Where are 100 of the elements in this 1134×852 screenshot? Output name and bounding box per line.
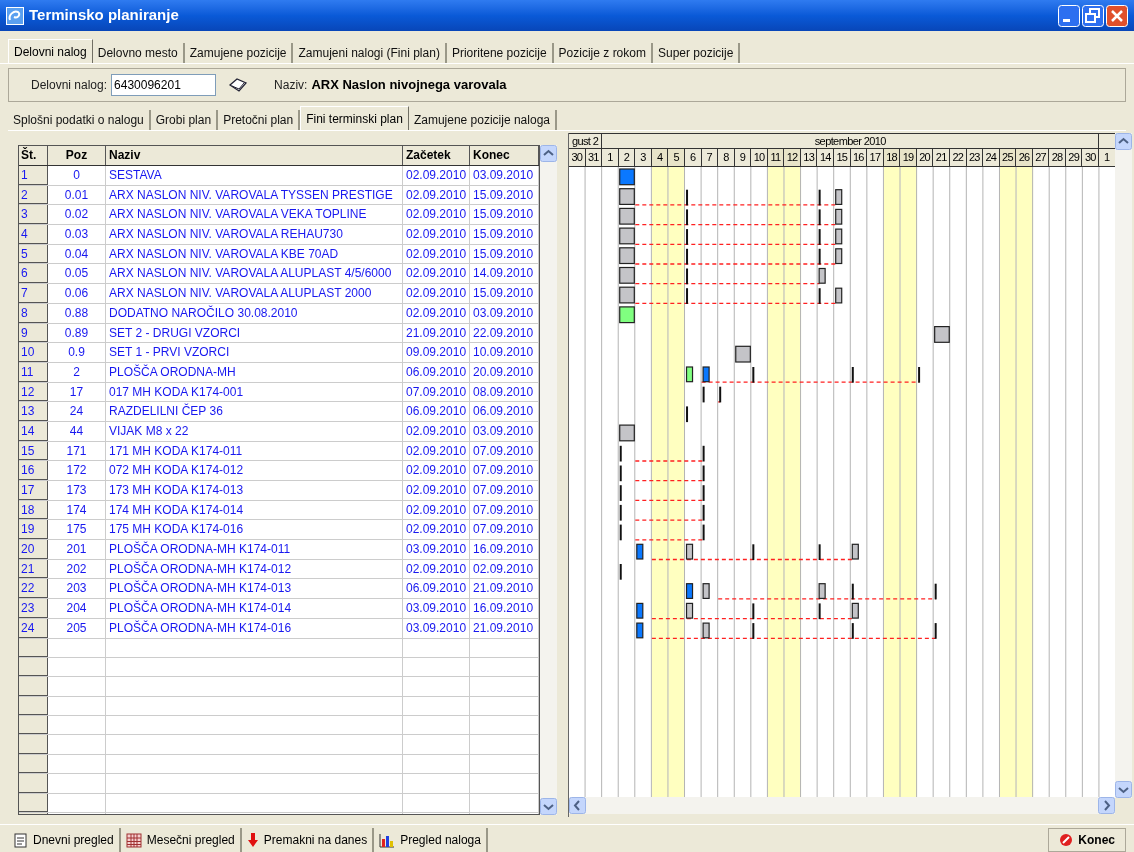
table-cell: 0.89 xyxy=(48,323,106,343)
table-cell: 09.09.2010 xyxy=(403,343,470,362)
column-header[interactable]: Poz xyxy=(48,146,106,165)
table-cell: ARX NASLON NIV. VAROVALA VEKA TOPLINE xyxy=(106,205,403,225)
table-cell: 03.09.2010 xyxy=(403,618,470,638)
table-cell: 15.09.2010 xyxy=(470,185,539,205)
table-cell: 0.02 xyxy=(48,205,106,225)
day-header: 24 xyxy=(983,149,1000,166)
month-header: september 2010 xyxy=(602,134,1100,148)
table-cell: 21.09.2010 xyxy=(403,323,470,343)
day-header: 15 xyxy=(834,149,851,166)
table-cell: 02.09.2010 xyxy=(403,185,470,205)
table-cell: PLOŠČA ORODNA-MH K174-012 xyxy=(106,559,403,579)
row-header: 6 xyxy=(19,264,48,284)
table-cell: 07.09.2010 xyxy=(470,461,539,480)
table-cell: 0.03 xyxy=(48,225,106,244)
table-cell: 172 xyxy=(48,461,106,480)
table-cell: 20.09.2010 xyxy=(470,362,539,382)
row-header: 4 xyxy=(19,225,48,244)
table-cell: ARX NASLON NIV. VAROVALA ALUPLAST 2000 xyxy=(106,284,403,303)
table-cell: 203 xyxy=(48,579,106,599)
month-header: gust 2 xyxy=(569,134,603,148)
table-cell: PLOŠČA ORODNA-MH K174-016 xyxy=(106,618,403,638)
column-header[interactable]: Začetek xyxy=(403,146,470,165)
table-cell: 02.09.2010 xyxy=(403,205,470,225)
table-cell: 174 xyxy=(48,500,106,520)
table-cell: 15.09.2010 xyxy=(470,225,539,244)
row-header: 3 xyxy=(19,205,48,225)
table-cell: 204 xyxy=(48,599,106,618)
table-cell: 202 xyxy=(48,559,106,579)
row-header: 20 xyxy=(19,540,48,559)
day-header: 14 xyxy=(817,149,834,166)
day-header: 28 xyxy=(1049,149,1066,166)
table-cell: PLOŠČA ORODNA-MH K174-014 xyxy=(106,599,403,618)
tab[interactable]: Super pozicije xyxy=(652,43,741,63)
table-cell: 15.09.2010 xyxy=(470,205,539,225)
tab[interactable]: Prioritene pozicije xyxy=(446,43,554,63)
table-cell: 02.09.2010 xyxy=(403,303,470,323)
row-header: 1 xyxy=(19,166,48,185)
table-cell: 02.09.2010 xyxy=(403,264,470,284)
table-cell: PLOŠČA ORODNA-MH xyxy=(106,362,403,382)
tab[interactable]: Delovni nalog xyxy=(8,39,93,63)
table-cell: 02.09.2010 xyxy=(403,421,470,441)
table-cell: 07.09.2010 xyxy=(470,481,539,500)
row-header: 13 xyxy=(19,402,48,421)
column-header[interactable]: Konec xyxy=(470,146,539,165)
tab[interactable]: Pozicije z rokom xyxy=(553,43,653,63)
day-header: 30 xyxy=(569,149,586,166)
table-cell: 21.09.2010 xyxy=(470,618,539,638)
tab[interactable]: Zamujene pozicije xyxy=(184,43,294,63)
table-cell: 17 xyxy=(48,382,106,402)
order-number-field[interactable]: 6430096201 xyxy=(111,74,217,96)
row-header: 10 xyxy=(19,343,48,362)
table-cell: 03.09.2010 xyxy=(403,599,470,618)
day-header: 10 xyxy=(751,149,768,166)
table-cell: 175 MH KODA K174-016 xyxy=(106,520,403,540)
toolbar-button[interactable]: Dnevni pregled xyxy=(8,828,121,852)
row-header: 23 xyxy=(19,599,48,618)
table-cell: 07.09.2010 xyxy=(403,382,470,402)
day-header: 26 xyxy=(1016,149,1033,166)
toolbar-button[interactable]: Premakni na danes xyxy=(241,828,375,852)
table-cell: 15.09.2010 xyxy=(470,244,539,264)
day-header: 19 xyxy=(900,149,917,166)
close-app-button[interactable]: Konec xyxy=(1048,828,1126,852)
table-cell: 02.09.2010 xyxy=(403,225,470,244)
toolbar-button[interactable]: Pregled naloga xyxy=(374,828,488,852)
table-cell: PLOŠČA ORODNA-MH K174-013 xyxy=(106,579,403,599)
table-cell: VIJAK M8 x 22 xyxy=(106,421,403,441)
column-header[interactable]: Št. xyxy=(19,146,48,165)
table-cell: 07.09.2010 xyxy=(470,500,539,520)
table-cell: 02.09.2010 xyxy=(403,520,470,540)
table-cell: SESTAVA xyxy=(106,166,403,185)
table-cell: 205 xyxy=(48,618,106,638)
table-cell: 173 MH KODA K174-013 xyxy=(106,481,403,500)
tab[interactable]: Fini terminski plan xyxy=(300,106,409,130)
day-header: 30 xyxy=(1082,149,1099,166)
table-cell: 06.09.2010 xyxy=(403,402,470,421)
table-cell: ARX NASLON NIV. VAROVALA ALUPLAST 4/5/6000 xyxy=(106,264,403,284)
tab[interactable]: Zamujeni nalogi (Fini plan) xyxy=(293,43,447,63)
table-cell: 02.09.2010 xyxy=(403,284,470,303)
table-cell: 07.09.2010 xyxy=(470,520,539,540)
table-cell: 07.09.2010 xyxy=(470,441,539,461)
table-cell: 02.09.2010 xyxy=(403,559,470,579)
toolbar-button[interactable]: Mesečni pregled xyxy=(120,828,242,852)
table-cell: 06.09.2010 xyxy=(403,579,470,599)
table-cell: 02.09.2010 xyxy=(403,441,470,461)
table-cell: 017 MH KODA K174-001 xyxy=(106,382,403,402)
table-cell: 02.09.2010 xyxy=(403,244,470,264)
row-header: 22 xyxy=(19,579,48,599)
table-cell: 02.09.2010 xyxy=(403,166,470,185)
table-cell: SET 1 - PRVI VZORCI xyxy=(106,343,403,362)
table-cell: SET 2 - DRUGI VZORCI xyxy=(106,323,403,343)
window-title: Terminsko planiranje xyxy=(29,5,180,26)
tab[interactable]: Delovno mesto xyxy=(92,43,185,63)
row-header: 7 xyxy=(19,284,48,303)
table-cell: 02.09.2010 xyxy=(470,559,539,579)
day-header: 5 xyxy=(668,149,685,166)
table-cell: 06.09.2010 xyxy=(403,362,470,382)
table-cell: 15.09.2010 xyxy=(470,284,539,303)
column-header[interactable]: Naziv xyxy=(106,146,403,165)
